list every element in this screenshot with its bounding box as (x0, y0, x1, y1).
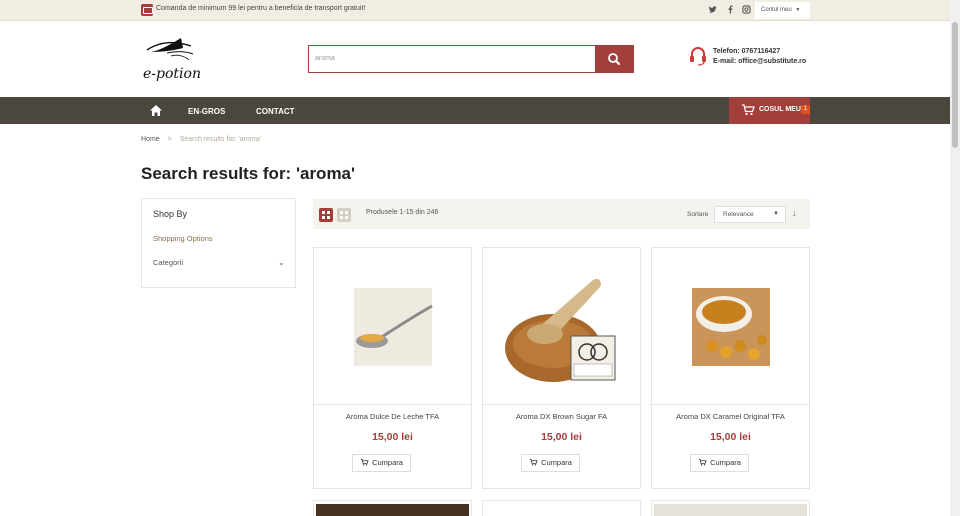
chevron-down-icon: ▼ (795, 7, 801, 13)
twitter-icon[interactable] (708, 5, 717, 14)
nav-item-en-gros[interactable]: EN-GROS (188, 107, 225, 116)
svg-text:e-potion: e-potion (143, 66, 201, 82)
product-name[interactable]: Aroma DX Brown Sugar FA (483, 412, 640, 421)
instagram-icon[interactable] (742, 5, 751, 14)
sidebar-title: Shop By (153, 209, 188, 219)
breadcrumb-current: Search results for: 'aroma' (179, 136, 261, 143)
sidebar-subtitle: Shopping Options (153, 234, 213, 243)
cart-label: COSUL MEU (759, 106, 801, 113)
shipping-promo-text: Comanda de minimum 99 lei pentru a benef… (156, 5, 366, 12)
top-bar: Comanda de minimum 99 lei pentru a benef… (0, 0, 950, 21)
breadcrumb: Home > Search results for: 'aroma' (141, 136, 261, 143)
add-to-cart-label: Cumpara (372, 458, 403, 467)
headset-icon (689, 46, 707, 66)
breadcrumb-home[interactable]: Home (141, 136, 160, 143)
cart-icon (699, 459, 707, 466)
products-toolbar: Produsele 1-15 din 246 Sortare Relevance… (313, 199, 810, 229)
account-dropdown[interactable]: Contul meu ▼ (755, 2, 810, 19)
product-image[interactable] (483, 248, 640, 405)
product-image[interactable] (654, 504, 807, 516)
facebook-icon[interactable] (726, 5, 735, 14)
grid-view-button[interactable] (319, 208, 333, 222)
product-card[interactable] (313, 500, 472, 516)
product-image[interactable] (652, 248, 809, 405)
add-to-cart-button[interactable]: Cumpara (521, 454, 580, 472)
search-input[interactable]: aroma (308, 45, 595, 73)
main-nav: EN-GROS CONTACT COSUL MEU 1 (0, 97, 950, 124)
filter-sidebar: Shop By Shopping Options Categorii ⌄ (141, 198, 296, 288)
product-image[interactable] (485, 504, 638, 516)
cart-icon (530, 459, 538, 466)
add-to-cart-label: Cumpara (541, 458, 572, 467)
truck-icon (141, 4, 153, 16)
add-to-cart-button[interactable]: Cumpara (690, 454, 749, 472)
cart-icon (361, 459, 369, 466)
page-scrollbar[interactable] (950, 0, 960, 516)
search-icon (608, 53, 620, 65)
sort-label: Sortare (687, 211, 709, 218)
add-to-cart-label: Cumpara (710, 458, 741, 467)
site-logo[interactable]: e-potion (141, 36, 201, 86)
product-card[interactable]: Aroma DX Brown Sugar FA 15,00 lei Cumpar… (482, 247, 641, 489)
list-view-button[interactable] (337, 208, 351, 222)
account-label: Contul meu (761, 7, 792, 13)
home-icon[interactable] (149, 104, 163, 117)
sort-select[interactable]: Relevance ▼ (714, 206, 786, 223)
product-card[interactable]: Aroma DX Caramel Original TFA 15,00 lei … (651, 247, 810, 489)
contact-info: Telefon: 0767116427 E-mail: office@subst… (713, 47, 806, 67)
cart-button[interactable]: COSUL MEU 1 (729, 97, 810, 124)
cart-count-badge: 1 (801, 105, 810, 114)
product-price: 15,00 lei (541, 431, 582, 443)
product-price: 15,00 lei (710, 431, 751, 443)
results-count: Produsele 1-15 din 246 (366, 209, 439, 216)
product-card[interactable]: Aroma Dulce De Leche TFA 15,00 lei Cumpa… (313, 247, 472, 489)
search-button[interactable] (595, 45, 634, 73)
product-card[interactable] (482, 500, 641, 516)
cart-icon (742, 104, 755, 116)
sort-value: Relevance (723, 211, 754, 218)
product-name[interactable]: Aroma Dulce De Leche TFA (314, 412, 471, 421)
nav-item-contact[interactable]: CONTACT (256, 107, 295, 116)
add-to-cart-button[interactable]: Cumpara (352, 454, 411, 472)
chevron-down-icon: ▼ (773, 211, 779, 217)
product-name[interactable]: Aroma DX Caramel Original TFA (652, 412, 809, 421)
chevron-down-icon[interactable]: ⌄ (278, 258, 285, 267)
product-image[interactable] (316, 504, 469, 516)
sort-direction-icon[interactable]: ↓ (792, 208, 797, 218)
product-card[interactable] (651, 500, 810, 516)
page-title: Search results for: 'aroma' (141, 164, 356, 183)
contact-phone: Telefon: 0767116427 (713, 48, 781, 55)
breadcrumb-separator: > (167, 136, 172, 143)
product-image[interactable] (314, 248, 471, 405)
filter-categorii[interactable]: Categorii (153, 258, 183, 267)
contact-email: E-mail: office@substitute.ro (713, 58, 807, 65)
scrollbar-thumb[interactable] (952, 22, 958, 148)
product-price: 15,00 lei (372, 431, 413, 443)
